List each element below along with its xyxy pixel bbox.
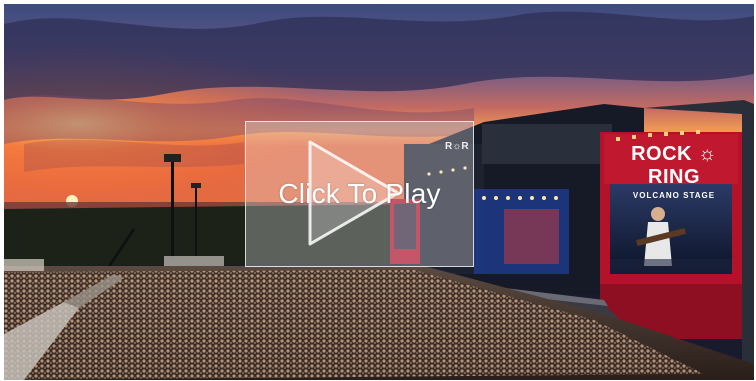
volcano-stage-label: VOLCANO STAGE bbox=[632, 191, 716, 200]
stage-logo: ROCK ☼ RING VOLCANO STAGE bbox=[604, 143, 744, 200]
video-player[interactable]: R☼R ROCK ☼ RING VOLCANO STAGE Click To P… bbox=[4, 4, 754, 380]
rock-am-ring-logo: ROCK ☼ RING bbox=[631, 143, 717, 188]
click-to-play-label: Click To Play bbox=[278, 178, 441, 209]
click-to-play-button[interactable]: Click To Play bbox=[245, 121, 474, 267]
